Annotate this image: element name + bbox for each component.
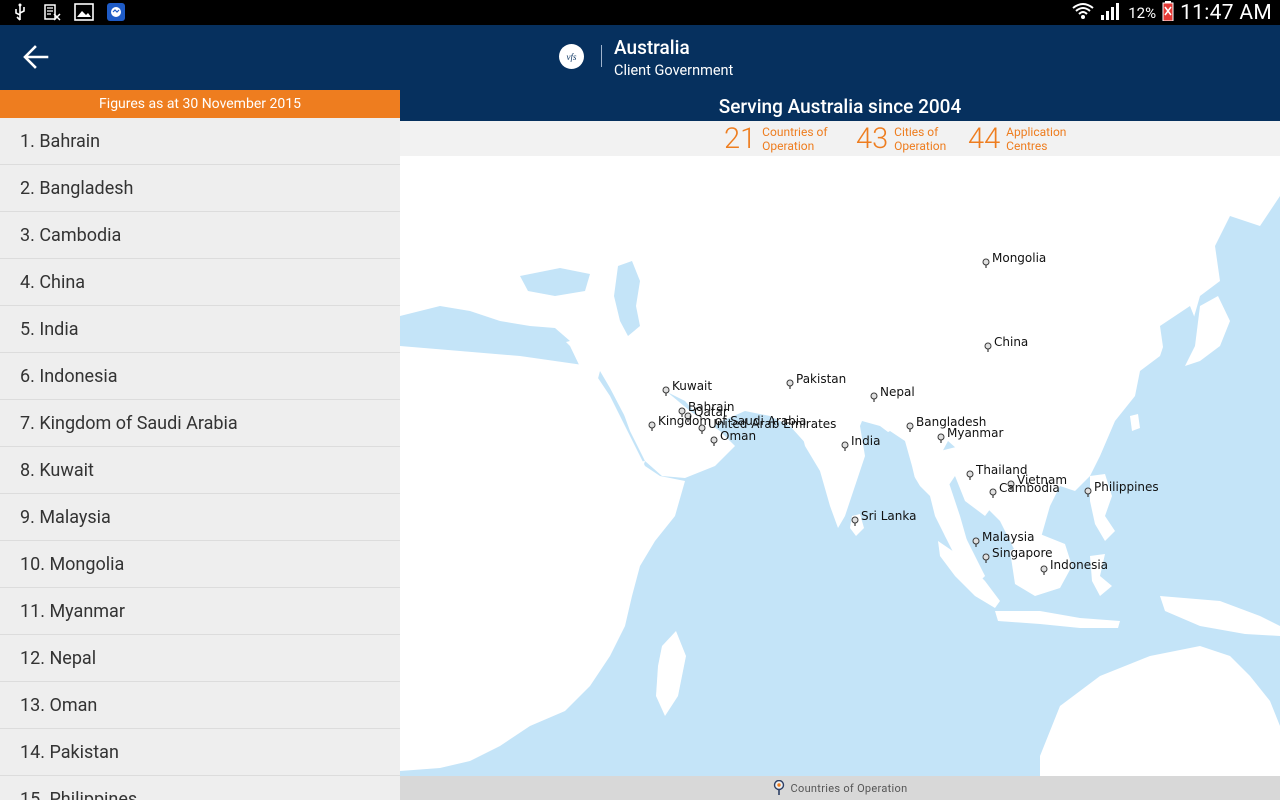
map-pin-icon [851, 516, 859, 524]
arrow-left-icon [23, 45, 49, 69]
app-bar: vfs Australia Client Government [0, 25, 1280, 90]
list-item[interactable]: 9. Malaysia [0, 494, 400, 541]
stat-countries: 21 Countries of Operation [724, 121, 842, 156]
pin-label: Mongolia [992, 251, 1046, 265]
stat-number: 43 [856, 121, 889, 156]
vfs-logo: vfs [559, 44, 584, 69]
back-button[interactable] [18, 39, 54, 75]
pin-label: Philippines [1094, 480, 1159, 494]
stat-label: Cities of Operation [894, 124, 947, 153]
stats-bar: 21 Countries of Operation 43 Cities of Ope… [400, 121, 1280, 156]
battery-percent: 12% [1128, 3, 1157, 22]
figures-date-banner: Figures as at 30 November 2015 [0, 90, 400, 118]
map-pin-icon [1084, 487, 1092, 495]
stat-centres: 44 Application Centres [968, 121, 1086, 156]
page-title: Australia [614, 36, 690, 59]
pin-label: Kuwait [672, 379, 712, 393]
sim-disabled-icon [42, 3, 62, 21]
list-item[interactable]: 7. Kingdom of Saudi Arabia [0, 400, 400, 447]
pin-label: Oman [720, 429, 756, 443]
map-pin-icon [698, 424, 706, 432]
list-item[interactable]: 8. Kuwait [0, 447, 400, 494]
page-subtitle: Client Government [614, 62, 734, 79]
map-pin-icon [906, 422, 914, 430]
pin-label: Pakistan [796, 372, 846, 386]
list-item[interactable]: 4. China [0, 259, 400, 306]
wifi-icon [1072, 2, 1094, 24]
pin-label: Malaysia [982, 530, 1034, 544]
list-item[interactable]: 10. Mongolia [0, 541, 400, 588]
map-pin-icon [786, 379, 794, 387]
map-pin-icon [982, 258, 990, 266]
stat-number: 21 [724, 121, 757, 156]
list-item[interactable]: 1. Bahrain [0, 118, 400, 165]
status-bar: 12% 11:47 AM [0, 0, 1280, 25]
map-pin-icon [982, 553, 990, 561]
pin-label: Singapore [992, 546, 1053, 560]
pin-label: Nepal [880, 385, 915, 399]
map-pin-icon [937, 433, 945, 441]
legend-label: Countries of Operation [790, 781, 908, 795]
pin-label: China [994, 335, 1028, 349]
map-canvas[interactable]: MongoliaChinaKuwait PakistanNepalBahrainQ… [400, 156, 1280, 776]
stat-label: Countries of Operation [762, 124, 828, 153]
list-item[interactable]: 12. Nepal [0, 635, 400, 682]
divider [601, 45, 602, 67]
pin-label: Indonesia [1050, 558, 1108, 572]
list-item[interactable]: 3. Cambodia [0, 212, 400, 259]
map-pin-icon [710, 436, 718, 444]
signal-icon [1100, 2, 1122, 24]
pin-label: India [851, 434, 880, 448]
notification-icons [10, 3, 126, 21]
system-icons: 12% 11:47 AM [1072, 0, 1272, 25]
map-pin-icon [648, 421, 656, 429]
map-pin-icon [870, 392, 878, 400]
messenger-icon [106, 3, 126, 21]
stat-cities: 43 Cities of Operation [856, 121, 974, 156]
pin-label: Sri Lanka [861, 509, 916, 523]
pin-label: Cambodia [999, 481, 1060, 495]
list-item[interactable]: 5. India [0, 306, 400, 353]
map-pin-icon [984, 342, 992, 350]
usb-icon [10, 3, 30, 21]
map-pin-icon [966, 470, 974, 478]
clock: 11:47 AM [1180, 0, 1272, 25]
map-pin-icon [1040, 565, 1048, 573]
battery-icon [1162, 0, 1174, 25]
list-item[interactable]: 14. Pakistan [0, 729, 400, 776]
operations-map[interactable]: Mongolia China Kuwait Pakistan Nepal Bahrain Q… [400, 156, 1280, 776]
gallery-icon [74, 3, 94, 21]
pin-label: Myanmar [947, 426, 1003, 440]
serving-since-header: Serving Australia since 2004 [400, 90, 1280, 121]
list-item[interactable]: 2. Bangladesh [0, 165, 400, 212]
map-pin-icon [972, 537, 980, 545]
map-pin-icon [662, 386, 670, 394]
list-item[interactable]: 15. Philippines [0, 776, 400, 800]
map-pin-icon [773, 780, 784, 795]
map-pin-icon [989, 488, 997, 496]
list-item[interactable]: 11. Myanmar [0, 588, 400, 635]
stat-number: 44 [968, 121, 1001, 156]
list-item[interactable]: 6. Indonesia [0, 353, 400, 400]
map-legend: Countries of Operation [400, 776, 1280, 800]
stat-label: Application Centres [1006, 124, 1067, 153]
list-item[interactable]: 13. Oman [0, 682, 400, 729]
country-list[interactable]: 1. Bahrain 2. Bangladesh 3. Cambodia 4. … [0, 118, 400, 800]
map-pin-icon [841, 441, 849, 449]
